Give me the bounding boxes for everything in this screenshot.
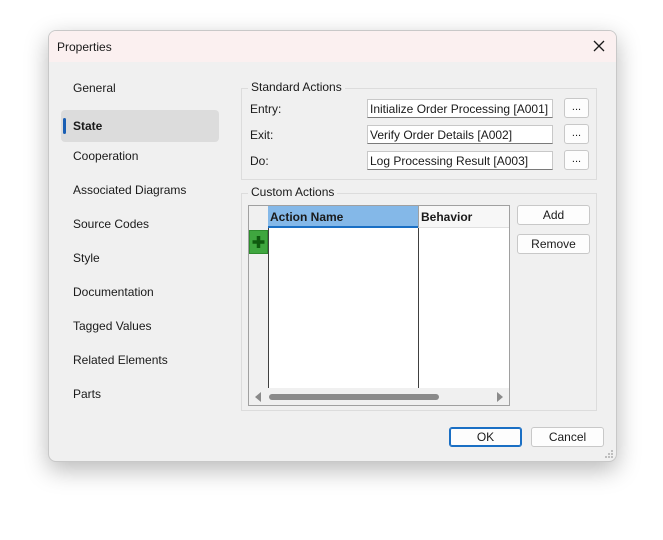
ok-button[interactable]: OK (449, 427, 522, 447)
sidebar-item-label: Associated Diagrams (73, 183, 187, 197)
sidebar-nav: General State Cooperation Associated Dia… (61, 76, 219, 416)
column-divider (268, 228, 269, 389)
corner-cell (249, 206, 269, 229)
column-divider (418, 228, 419, 389)
sidebar-item-label: Style (73, 251, 100, 265)
remove-button[interactable]: Remove (517, 234, 590, 254)
scrollbar-thumb[interactable] (269, 394, 439, 400)
custom-actions-table: Action Name Behavior (248, 205, 510, 406)
entry-field[interactable]: Initialize Order Processing [A001] (367, 99, 553, 118)
sidebar-item-label: Tagged Values (73, 319, 152, 333)
window-title: Properties (57, 40, 112, 54)
custom-actions-group: Custom Actions Action Name Behavior Add … (241, 185, 597, 411)
cancel-button[interactable]: Cancel (531, 427, 604, 447)
add-row-button[interactable] (249, 230, 268, 254)
title-bar: Properties (49, 31, 616, 62)
sidebar-item-label: Related Elements (73, 353, 168, 367)
custom-actions-title: Custom Actions (248, 185, 338, 199)
sidebar-item-label: Documentation (73, 285, 154, 299)
entry-label: Entry: (250, 102, 282, 116)
properties-dialog: Properties General State Cooperation Ass… (48, 30, 617, 462)
exit-browse-button[interactable]: ... (564, 124, 589, 144)
sidebar-item-state[interactable]: State (61, 110, 219, 142)
sidebar-item-parts[interactable]: Parts (61, 382, 219, 416)
do-browse-button[interactable]: ... (564, 150, 589, 170)
exit-field[interactable]: Verify Order Details [A002] (367, 125, 553, 144)
sidebar-item-label: Source Codes (73, 217, 150, 231)
horizontal-scrollbar[interactable] (249, 388, 509, 405)
column-header-action-name[interactable]: Action Name (268, 206, 418, 228)
do-field[interactable]: Log Processing Result [A003] (367, 151, 553, 170)
exit-label: Exit: (250, 128, 274, 142)
sidebar-item-label: General (73, 81, 116, 95)
resize-grip-icon[interactable] (604, 449, 614, 459)
do-label: Do: (250, 154, 269, 168)
scroll-right-icon[interactable] (497, 392, 503, 402)
add-button[interactable]: Add (517, 205, 590, 225)
column-header-behavior[interactable]: Behavior (418, 206, 509, 228)
sidebar-item-general[interactable]: General (61, 76, 219, 110)
sidebar-item-label: Cooperation (73, 149, 139, 163)
scroll-left-icon[interactable] (255, 392, 261, 402)
close-icon[interactable] (590, 37, 608, 55)
standard-actions-group: Standard Actions Entry: Initialize Order… (241, 80, 597, 180)
entry-browse-button[interactable]: ... (564, 98, 589, 118)
plus-icon (252, 236, 265, 248)
sidebar-item-label: Parts (73, 387, 102, 401)
sidebar-item-label: State (73, 119, 103, 133)
standard-actions-title: Standard Actions (248, 80, 345, 94)
